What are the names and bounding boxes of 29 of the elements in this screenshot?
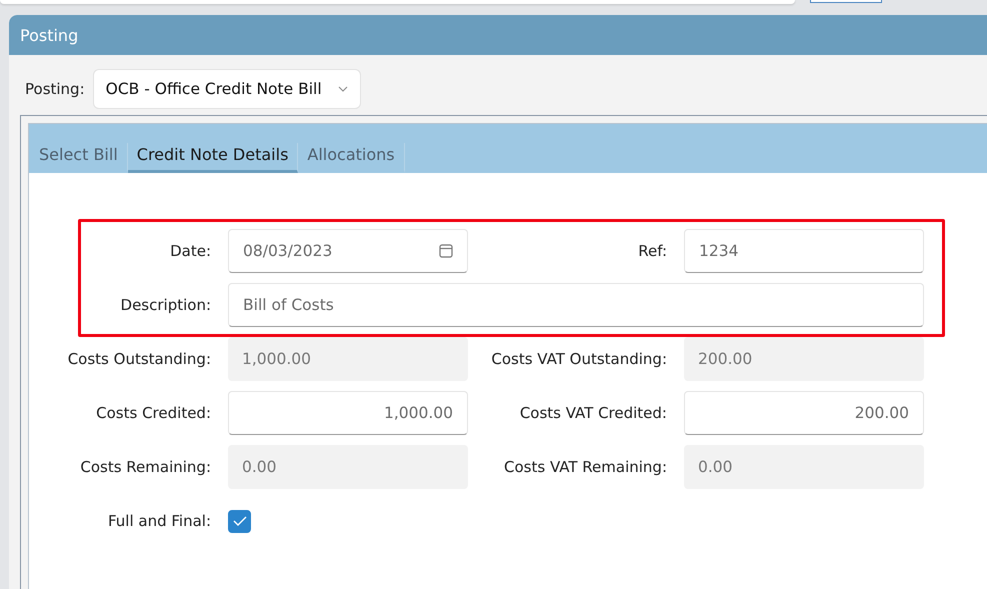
posting-label: Posting: — [25, 80, 85, 98]
checkmark-icon — [232, 516, 246, 526]
calendar-icon — [439, 244, 453, 258]
field-label: Description: — [120, 296, 211, 314]
tab[interactable]: Select Bill — [30, 143, 128, 173]
field-label: Costs Remaining: — [80, 458, 211, 476]
field-label: Ref: — [638, 242, 667, 260]
field-label: Costs Outstanding: — [68, 350, 211, 368]
panel-header: Posting — [9, 15, 987, 55]
field-label: Costs VAT Outstanding: — [491, 350, 667, 368]
tab[interactable]: Credit Note Details — [128, 143, 298, 173]
text-field[interactable]: 1234 — [684, 229, 924, 273]
checkbox[interactable] — [228, 510, 251, 532]
field-label: Date: — [170, 242, 211, 260]
date-field[interactable]: 08/03/2023 — [228, 229, 468, 273]
field-label: Costs VAT Credited: — [520, 404, 667, 422]
tab[interactable]: Allocations — [298, 143, 405, 173]
readonly-field: 1,000.00 — [228, 337, 468, 381]
posting-dropdown[interactable]: OCB - Office Credit Note Bill — [92, 69, 361, 109]
field-label: Costs VAT Remaining: — [504, 458, 667, 476]
chevron-down-icon — [338, 86, 348, 92]
field-label: Full and Final: — [108, 512, 211, 530]
readonly-field: 200.00 — [684, 337, 924, 381]
text-field[interactable]: Bill of Costs — [228, 283, 924, 327]
readonly-field: 0.00 — [684, 445, 924, 489]
field-label: Costs Credited: — [96, 404, 211, 422]
amount-field[interactable]: 1,000.00 — [228, 391, 468, 435]
amount-field[interactable]: 200.00 — [684, 391, 924, 435]
readonly-field: 0.00 — [228, 445, 468, 489]
